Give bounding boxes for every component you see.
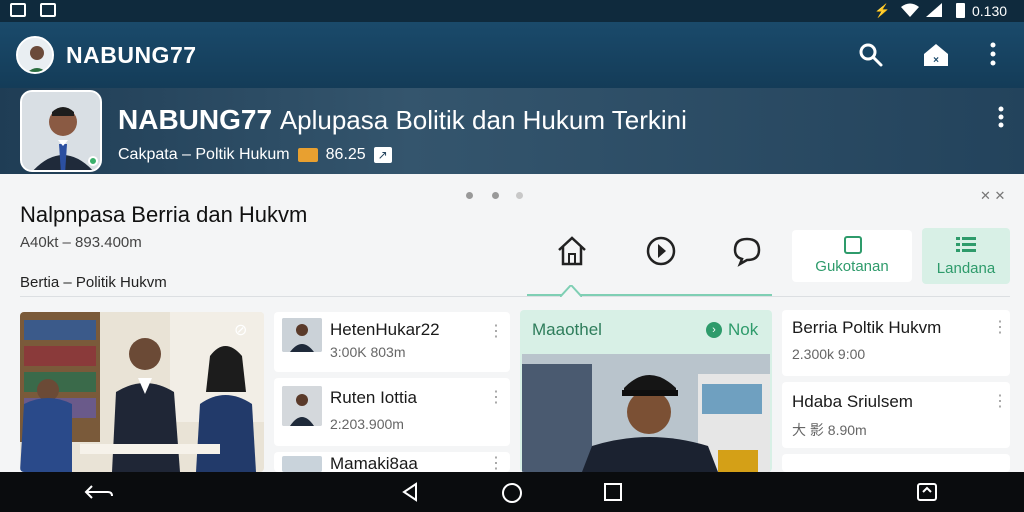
list-item[interactable]: Hdaba Sriulsem 大 影 8.90m ⋮ [782,382,1010,448]
nav-home-circle-icon[interactable] [501,482,523,509]
item-more-icon[interactable]: ⋮ [488,324,504,340]
right-item-title: Hdaba Sriulsem [792,392,913,411]
nav-home-icon[interactable] [555,234,589,273]
app-title: NABUNG77 [66,42,197,68]
landing-tab-label: Landana [936,260,996,277]
divider [20,296,1010,297]
battery-icon [956,3,965,18]
list-item-title: HetenHukar22 [330,320,440,339]
nav-back-triangle-icon[interactable] [400,482,420,507]
list-item-sub: 3:00K 803m [330,344,406,360]
home-icon[interactable]: × [922,42,950,73]
right-item-title: Berria Poltik Hukvm [792,318,941,338]
back-icon[interactable] [84,482,114,507]
content-area: ✕ ✕ Nalpnpasa Berria dan Hukvm A40kt – 8… [0,174,1024,472]
list-item-sub: 2:203.900m [330,416,404,432]
channel-brand: NABUNG77 [118,104,273,135]
channel-avatar[interactable] [20,90,102,172]
nav-play-icon[interactable] [644,234,678,273]
list-item[interactable]: Berria Poltik Hukvm 2.300k 9:00 ⋮ [782,310,1010,376]
wifi-icon [900,2,920,23]
channel-title: NABUNG77 Aplupasa Bolitik dan Hukum Terk… [118,104,687,136]
channel-score: 86.25 [325,146,366,163]
item-more-icon[interactable]: ⋮ [488,456,504,472]
list-item[interactable]: Mamaki8aa ⋮ [274,452,510,472]
alarm-icon: ⚡ [874,3,891,18]
nav-recents-icon[interactable] [604,483,622,506]
guard-tab-label: Gukotanan [815,258,889,275]
page-indicator [466,192,526,200]
close-icon[interactable]: ✕ ✕ [980,188,1005,204]
featured-photo [522,354,770,472]
bookmark-icon[interactable]: ⊘ [234,320,247,340]
app-avatar[interactable] [16,36,54,74]
tab-pointer-icon [559,283,583,302]
channel-subtitle-row: Cakpata – Poltik Hukum 86.25 ↗ [118,146,392,164]
list-thumbnail [282,386,322,426]
list-item-title: Ruten Iottia [330,388,417,407]
list-item[interactable] [782,454,1010,472]
rotate-icon[interactable] [916,482,938,507]
ticket-icon [297,148,318,162]
item-more-icon[interactable]: ⋮ [488,390,504,406]
right-item-title-bold: Berria [792,318,838,337]
news-photo [20,312,264,472]
guard-tab[interactable]: Gukotanan [792,230,912,282]
featured-badge-text: Nok [728,320,759,339]
right-item-sub: 大 影 8.90m [792,422,867,438]
list-item[interactable]: Ruten Iottia 2:203.900m ⋮ [274,378,510,446]
share-icon[interactable]: ↗ [373,147,392,163]
item-more-icon[interactable]: ⋮ [992,394,1008,410]
right-item-title-rest: Poltik Hukvm [842,318,942,337]
list-icon [956,236,976,257]
news-image-card[interactable]: ⊘ [20,312,264,472]
right-item-sub: 2.300k 9:00 [792,346,866,362]
headline-title: Nalpnpasa Berria dan Hukvm [20,202,308,227]
signal-icon [926,3,942,22]
shield-icon [844,236,862,254]
nav-chat-icon[interactable] [730,234,764,273]
image-icon [40,3,56,17]
list-item[interactable]: HetenHukar22 3:00K 803m ⋮ [274,312,510,372]
featured-label: Maaothel [532,320,602,339]
check-icon: › [706,322,722,338]
list-thumbnail [282,318,322,352]
gallery-icon [10,3,26,17]
channel-header: NABUNG77 Aplupasa Bolitik dan Hukum Terk… [0,88,1024,174]
channel-more-icon[interactable] [998,106,1004,133]
channel-title-text: Aplupasa Bolitik dan Hukum Terkini [279,105,687,135]
channel-subtitle: Cakpata – Poltik Hukum [118,146,290,163]
more-vertical-icon[interactable] [990,42,996,71]
status-time: 0.130 [972,3,1008,19]
headline-meta: A40kt – 893.400m [20,234,142,251]
status-bar: ⚡ 0.130 [0,0,1024,22]
headline-category: Bertia – Politik Hukvm [20,274,167,291]
online-indicator [88,156,98,166]
landing-tab[interactable]: Landana [922,228,1010,284]
item-more-icon[interactable]: ⋮ [992,320,1008,336]
system-nav-bar [0,472,1024,512]
list-thumbnail [282,456,322,472]
app-bar: NABUNG77 × [0,22,1024,88]
list-item-title: Mamaki8aa [330,454,418,472]
featured-badge[interactable]: › Nok [706,320,758,340]
svg-text:×: × [933,55,939,66]
featured-card[interactable]: Maaothel › Nok [520,310,772,472]
search-icon[interactable] [858,42,884,73]
